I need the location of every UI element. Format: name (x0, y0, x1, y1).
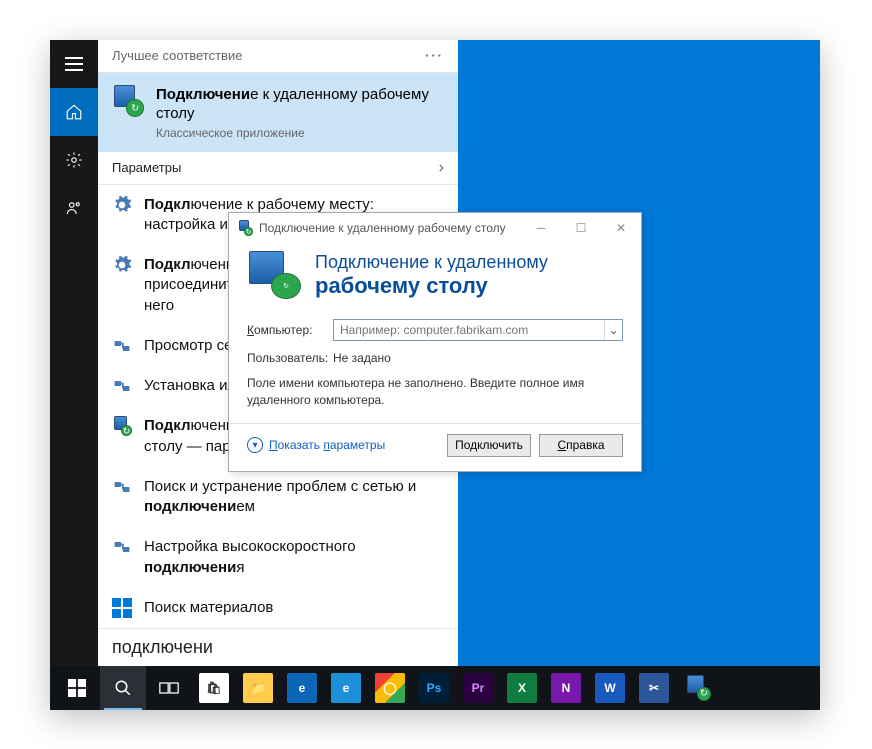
onenote-app[interactable]: N (544, 666, 588, 710)
premiere-app[interactable]: Pr (456, 666, 500, 710)
rdp-info-text: Поле имени компьютера не заполнено. Введ… (247, 375, 623, 409)
user-label: Пользователь: (247, 351, 333, 365)
word-app[interactable]: W (588, 666, 632, 710)
chrome-app[interactable]: ◯ (368, 666, 412, 710)
start-rail (50, 40, 98, 666)
parameters-section[interactable]: Параметры › (98, 152, 458, 185)
rdp-dialog: ↻ Подключение к удаленному рабочему стол… (228, 212, 642, 472)
excel-app[interactable]: X (500, 666, 544, 710)
result-item-text: Поиск материалов (144, 598, 444, 618)
best-match-item[interactable]: ↻ Подключение к удаленному рабочему стол… (98, 73, 458, 152)
result-item-icon (112, 255, 132, 275)
people-button[interactable] (50, 184, 98, 232)
computer-input[interactable] (334, 320, 604, 340)
close-button[interactable]: ✕ (601, 213, 641, 243)
ie-app[interactable]: e (324, 666, 368, 710)
result-item-icon (112, 195, 132, 215)
settings-button[interactable] (50, 136, 98, 184)
result-item-icon: ↻ (112, 416, 132, 436)
result-item-text: Поиск и устранение проблем с сетью и под… (144, 477, 444, 518)
result-item-6[interactable]: Настройка высокоскоростного подключения (98, 527, 458, 588)
rdp-header-line1: Подключение к удаленному (315, 252, 548, 273)
result-item-icon (112, 477, 132, 497)
hamburger-menu-button[interactable] (50, 40, 98, 88)
rdp-icon: ↻ (237, 220, 253, 236)
connect-button[interactable]: Подключить (447, 434, 531, 457)
minimize-button[interactable]: ─ (521, 213, 561, 243)
result-item-icon (112, 598, 132, 618)
best-match-title: Подключение к удаленному рабочему столу (156, 85, 444, 124)
result-item-icon (112, 376, 132, 396)
rdp-icon: ↻ (112, 85, 144, 117)
maximize-button[interactable]: ☐ (561, 213, 601, 243)
taskbar: 🛍 📁 e e ◯ Ps Pr X N W ✂ ↻ (50, 666, 820, 710)
computer-label: Компьютер: (247, 323, 333, 337)
help-button[interactable]: Справка (539, 434, 623, 457)
result-item-text: Настройка высокоскоростного подключения (144, 537, 444, 578)
rdp-taskbar-app[interactable]: ↻ (676, 666, 720, 710)
search-taskbar-button[interactable] (100, 666, 146, 710)
chevron-down-icon[interactable]: ⌄ (604, 320, 622, 340)
start-button[interactable] (54, 666, 100, 710)
chevron-right-icon: › (439, 159, 444, 177)
explorer-app[interactable]: 📁 (236, 666, 280, 710)
results-header-label: Лучшее соответствие (112, 48, 242, 63)
expand-icon: ▾ (247, 437, 263, 453)
parameters-label: Параметры (112, 160, 181, 175)
result-item-icon (112, 537, 132, 557)
show-options-link[interactable]: ▾ Показать параметры (247, 437, 385, 453)
user-value: Не задано (333, 351, 391, 365)
results-header: Лучшее соответствие ··· (98, 40, 458, 73)
more-icon[interactable]: ··· (425, 48, 444, 63)
edge-app[interactable]: e (280, 666, 324, 710)
result-item-icon (112, 336, 132, 356)
search-box[interactable] (98, 628, 458, 666)
computer-combo[interactable]: ⌄ (333, 319, 623, 341)
rdp-large-icon: ↻ (247, 251, 301, 299)
photoshop-app[interactable]: Ps (412, 666, 456, 710)
result-item-5[interactable]: Поиск и устранение проблем с сетью и под… (98, 467, 458, 528)
snip-app[interactable]: ✂ (632, 666, 676, 710)
rdp-titlebar[interactable]: ↻ Подключение к удаленному рабочему стол… (229, 213, 641, 243)
rdp-title: Подключение к удаленному рабочему столу (259, 221, 506, 235)
search-input[interactable] (112, 637, 444, 658)
result-item-7[interactable]: Поиск материалов (98, 588, 458, 628)
best-match-subtitle: Классическое приложение (156, 126, 444, 140)
taskview-button[interactable] (146, 666, 192, 710)
home-button[interactable] (50, 88, 98, 136)
store-app[interactable]: 🛍 (192, 666, 236, 710)
rdp-header-line2: рабочему столу (315, 273, 548, 299)
rdp-header: ↻ Подключение к удаленному рабочему стол… (229, 243, 641, 313)
